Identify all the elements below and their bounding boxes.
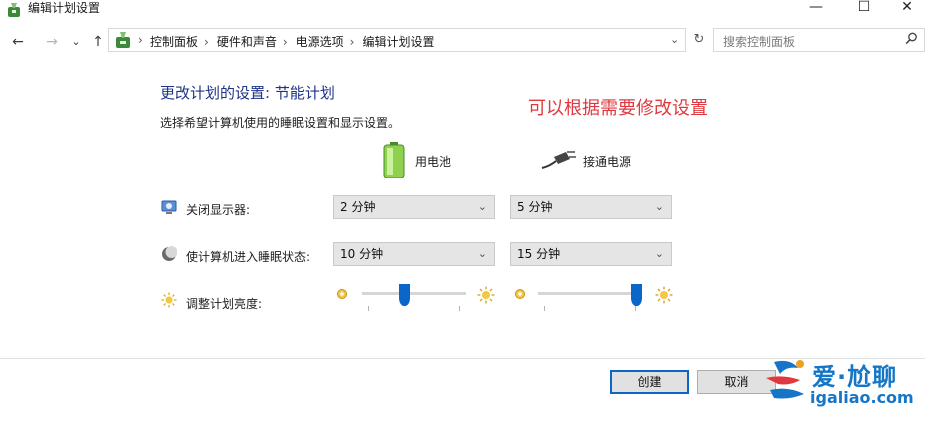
display-off-plugged-select[interactable]: 5 分钟 ⌄	[510, 195, 672, 219]
sleep-battery-value: 10 分钟	[340, 247, 384, 261]
breadcrumb-item-edit-plan[interactable]: 编辑计划设置	[362, 35, 434, 49]
brightness-high-icon	[477, 286, 495, 304]
watermark-logo-icon	[766, 360, 804, 399]
breadcrumb-item-control-panel[interactable]: 控制面板	[150, 35, 198, 49]
annotation-text: 可以根据需要修改设置	[528, 98, 708, 119]
sleep-plugged-value: 15 分钟	[517, 247, 561, 261]
create-button[interactable]: 创建	[610, 370, 689, 394]
slider-tick	[459, 306, 460, 311]
breadcrumb-item-hardware-sound[interactable]: 硬件和声音	[217, 35, 277, 49]
control-panel-icon	[116, 32, 130, 48]
slider-track	[538, 292, 642, 295]
sleep-plugged-select[interactable]: 15 分钟 ⌄	[510, 242, 672, 266]
slider-track	[362, 292, 466, 295]
breadcrumb-item-power-options[interactable]: 电源选项	[296, 35, 344, 49]
power-plug-icon	[541, 151, 576, 169]
brightness-low-icon	[337, 289, 347, 299]
forward-button[interactable]: →	[44, 34, 60, 50]
minimize-button[interactable]: —	[793, 0, 839, 16]
close-button[interactable]: ✕	[889, 0, 925, 16]
up-button[interactable]: ↑	[90, 34, 106, 50]
page-description: 选择希望计算机使用的睡眠设置和显示设置。	[160, 116, 401, 130]
brightness-battery-slider[interactable]	[362, 284, 466, 312]
sleep-battery-select[interactable]: 10 分钟 ⌄	[333, 242, 495, 266]
search-icon[interactable]	[905, 32, 918, 45]
watermark-brand: 爱·尬聊	[812, 363, 898, 391]
slider-thumb[interactable]	[399, 284, 410, 306]
power-options-icon	[8, 3, 20, 17]
watermark-url: igaliao.com	[810, 388, 914, 407]
breadcrumb: 控制面板 › 硬件和声音 › 电源选项 › 编辑计划设置	[150, 33, 441, 50]
chevron-down-icon: ⌄	[477, 200, 487, 213]
recent-locations-button[interactable]: ⌄	[68, 34, 84, 50]
back-button[interactable]: ←	[10, 34, 26, 50]
chevron-down-icon: ⌄	[654, 200, 664, 213]
sleep-label: 使计算机进入睡眠状态:	[186, 250, 311, 264]
address-dropdown-button[interactable]: ⌄	[670, 33, 679, 46]
breadcrumb-separator-icon: ›	[282, 35, 288, 49]
brightness-high-icon	[655, 286, 673, 304]
maximize-button[interactable]: ☐	[841, 0, 887, 16]
chevron-down-icon: ⌄	[654, 247, 664, 260]
plugged-column-label: 接通电源	[583, 155, 632, 169]
breadcrumb-separator-icon: ›	[349, 35, 355, 49]
slider-tick	[635, 306, 636, 311]
slider-thumb[interactable]	[631, 284, 642, 306]
search-placeholder: 搜索控制面板	[723, 35, 796, 49]
slider-tick	[544, 306, 545, 311]
breadcrumb-separator-icon: ›	[138, 33, 143, 47]
brightness-label: 调整计划亮度:	[186, 297, 263, 311]
refresh-button[interactable]: ↻	[688, 28, 710, 52]
battery-icon	[383, 142, 405, 178]
display-off-label: 关闭显示器:	[186, 203, 251, 217]
title-bar: 编辑计划设置 — ☐ ✕	[0, 0, 925, 28]
breadcrumb-separator-icon: ›	[204, 35, 209, 49]
display-off-plugged-value: 5 分钟	[517, 200, 553, 214]
brightness-plugged-slider[interactable]	[538, 284, 642, 312]
slider-tick	[368, 306, 369, 311]
battery-column-label: 用电池	[415, 155, 452, 169]
display-off-battery-value: 2 分钟	[340, 200, 376, 214]
chevron-down-icon: ⌄	[477, 247, 487, 260]
display-off-battery-select[interactable]: 2 分钟 ⌄	[333, 195, 495, 219]
display-icon	[161, 200, 177, 214]
brightness-icon	[161, 292, 177, 308]
brightness-low-icon	[515, 289, 525, 299]
page-title: 更改计划的设置: 节能计划	[160, 84, 335, 102]
sleep-icon	[162, 246, 177, 261]
window-title: 编辑计划设置	[28, 1, 101, 15]
